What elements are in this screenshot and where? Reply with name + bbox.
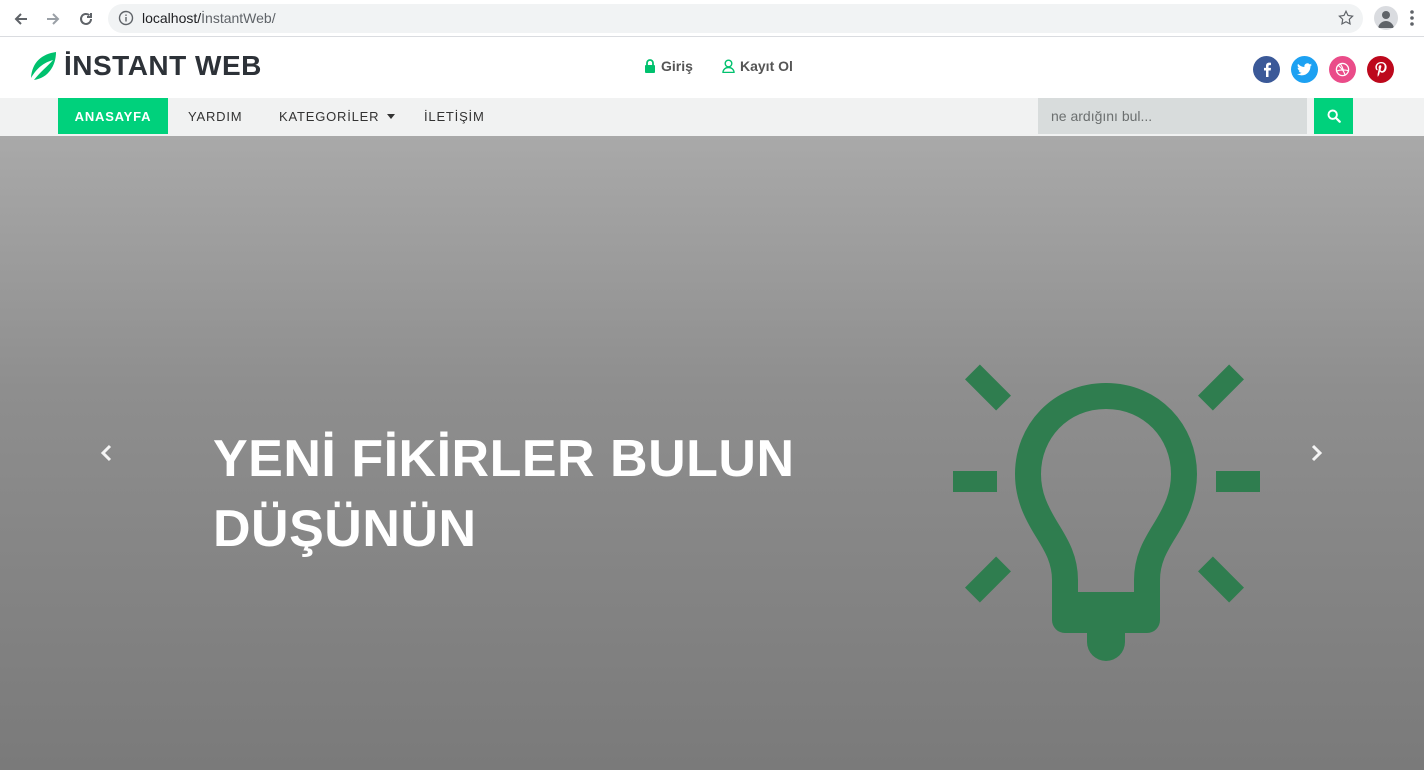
search-icon [1327,109,1341,123]
browser-toolbar: localhost/İnstantWeb/ [0,0,1424,37]
search-input[interactable] [1038,98,1307,134]
bookmark-star-icon[interactable] [1337,9,1355,31]
forward-arrow-icon [47,13,60,25]
pinterest-icon[interactable] [1367,56,1394,83]
nav-item-home[interactable]: ANASAYFA [58,98,168,134]
nav-item-label: ANASAYFA [74,108,152,124]
info-icon[interactable] [118,10,134,30]
hero-title-line-1: YENİ FİKİRLER BULUN [213,430,795,488]
nav-item-contact[interactable]: İLETİŞİM [424,98,485,134]
hero-title: YENİ FİKİRLER BULUN DÜŞÜNÜN [213,424,853,564]
carousel-prev-button[interactable] [97,443,117,463]
search-button[interactable] [1314,98,1353,134]
lock-icon [645,59,655,73]
nav-item-label: YARDIM [188,108,243,124]
site-header: İNSTANT WEB Giriş Kayıt Ol [0,37,1424,98]
login-link[interactable]: Giriş [644,58,693,74]
user-icon [722,59,735,73]
back-button[interactable] [8,6,34,32]
dropdown-caret-icon [387,113,396,119]
url-path: İnstantWeb/ [201,10,276,26]
lightbulb-icon [953,364,1260,661]
twitter-icon[interactable] [1291,56,1318,83]
profile-avatar-icon[interactable] [1374,6,1398,30]
carousel-next-button[interactable] [1306,443,1326,463]
url-text: localhost/İnstantWeb/ [142,10,276,26]
site-logo[interactable]: İNSTANT WEB [28,50,262,82]
nav-item-label: İLETİŞİM [424,108,485,124]
nav-item-label: KATEGORİLER [279,108,380,124]
chevron-right-icon [1311,444,1323,462]
nav-item-help[interactable]: YARDIM [188,98,242,134]
url-host: localhost/ [142,10,202,26]
logo-text: İNSTANT WEB [64,50,262,81]
hero-title-line-2: DÜŞÜNÜN [213,500,477,558]
leaf-logo-icon [31,52,56,80]
reload-icon [80,12,92,25]
address-bar[interactable]: localhost/İnstantWeb/ [108,4,1363,33]
login-label: Giriş [661,58,693,74]
register-link[interactable]: Kayıt Ol [722,58,793,74]
nav-item-categories[interactable]: KATEGORİLER [279,98,396,134]
hero-carousel: YENİ FİKİRLER BULUN DÜŞÜNÜN [0,136,1424,770]
back-arrow-icon [14,13,27,25]
register-label: Kayıt Ol [740,58,793,74]
browser-menu-icon[interactable] [1409,9,1415,31]
chevron-left-icon [100,444,112,462]
facebook-icon[interactable] [1253,56,1280,83]
main-navbar: ANASAYFA YARDIM KATEGORİLER İLETİŞİM [0,98,1424,136]
reload-button[interactable] [73,6,99,32]
forward-button[interactable] [40,6,66,32]
dribbble-icon[interactable] [1329,56,1356,83]
